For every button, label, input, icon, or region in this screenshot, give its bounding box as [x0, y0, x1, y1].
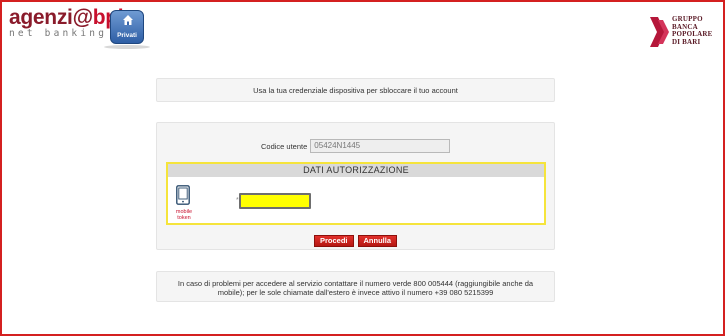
help-text: In caso di problemi per accedere al serv… [177, 279, 534, 297]
form-actions: Procedi Annulla [157, 235, 554, 247]
home-icon [123, 15, 133, 25]
user-code-label: Codice utente [261, 141, 308, 151]
authorization-panel: DATI AUTORIZZAZIONE mobile token * [166, 162, 546, 225]
logo-at: @ [72, 6, 93, 29]
gruppo-banca-popolare-logo: GRUPPO BANCA POPOLARE DI BARI [650, 11, 712, 51]
cancel-button[interactable]: Annulla [357, 235, 397, 247]
brand-text: GRUPPO BANCA POPOLARE DI BARI [672, 15, 713, 46]
authorization-header: DATI AUTORIZZAZIONE [168, 164, 544, 177]
notice-text: Usa la tua credenziale dispositiva per s… [253, 86, 458, 95]
proceed-button[interactable]: Procedi [313, 235, 354, 247]
notice-box: Usa la tua credenziale dispositiva per s… [156, 78, 555, 102]
home-button-shadow [104, 45, 150, 49]
user-code-field: 05424N1445 [310, 139, 451, 153]
logo-part1: agenzi [9, 6, 73, 29]
mobile-token-label: mobile token [175, 209, 193, 221]
unlock-form: Codice utente 05424N1445 DATI AUTORIZZAZ… [156, 122, 555, 250]
privati-home-button[interactable]: Privati [110, 10, 144, 44]
smartphone-icon [176, 185, 190, 205]
brand-line-4: DI BARI [672, 37, 701, 46]
token-code-input[interactable] [239, 193, 311, 209]
brand-chevron-icon [650, 17, 669, 47]
user-code-row: Codice utente 05424N1445 [261, 139, 451, 153]
home-button-label: Privati [117, 32, 137, 39]
help-box: In caso di problemi per accedere al serv… [156, 271, 555, 302]
